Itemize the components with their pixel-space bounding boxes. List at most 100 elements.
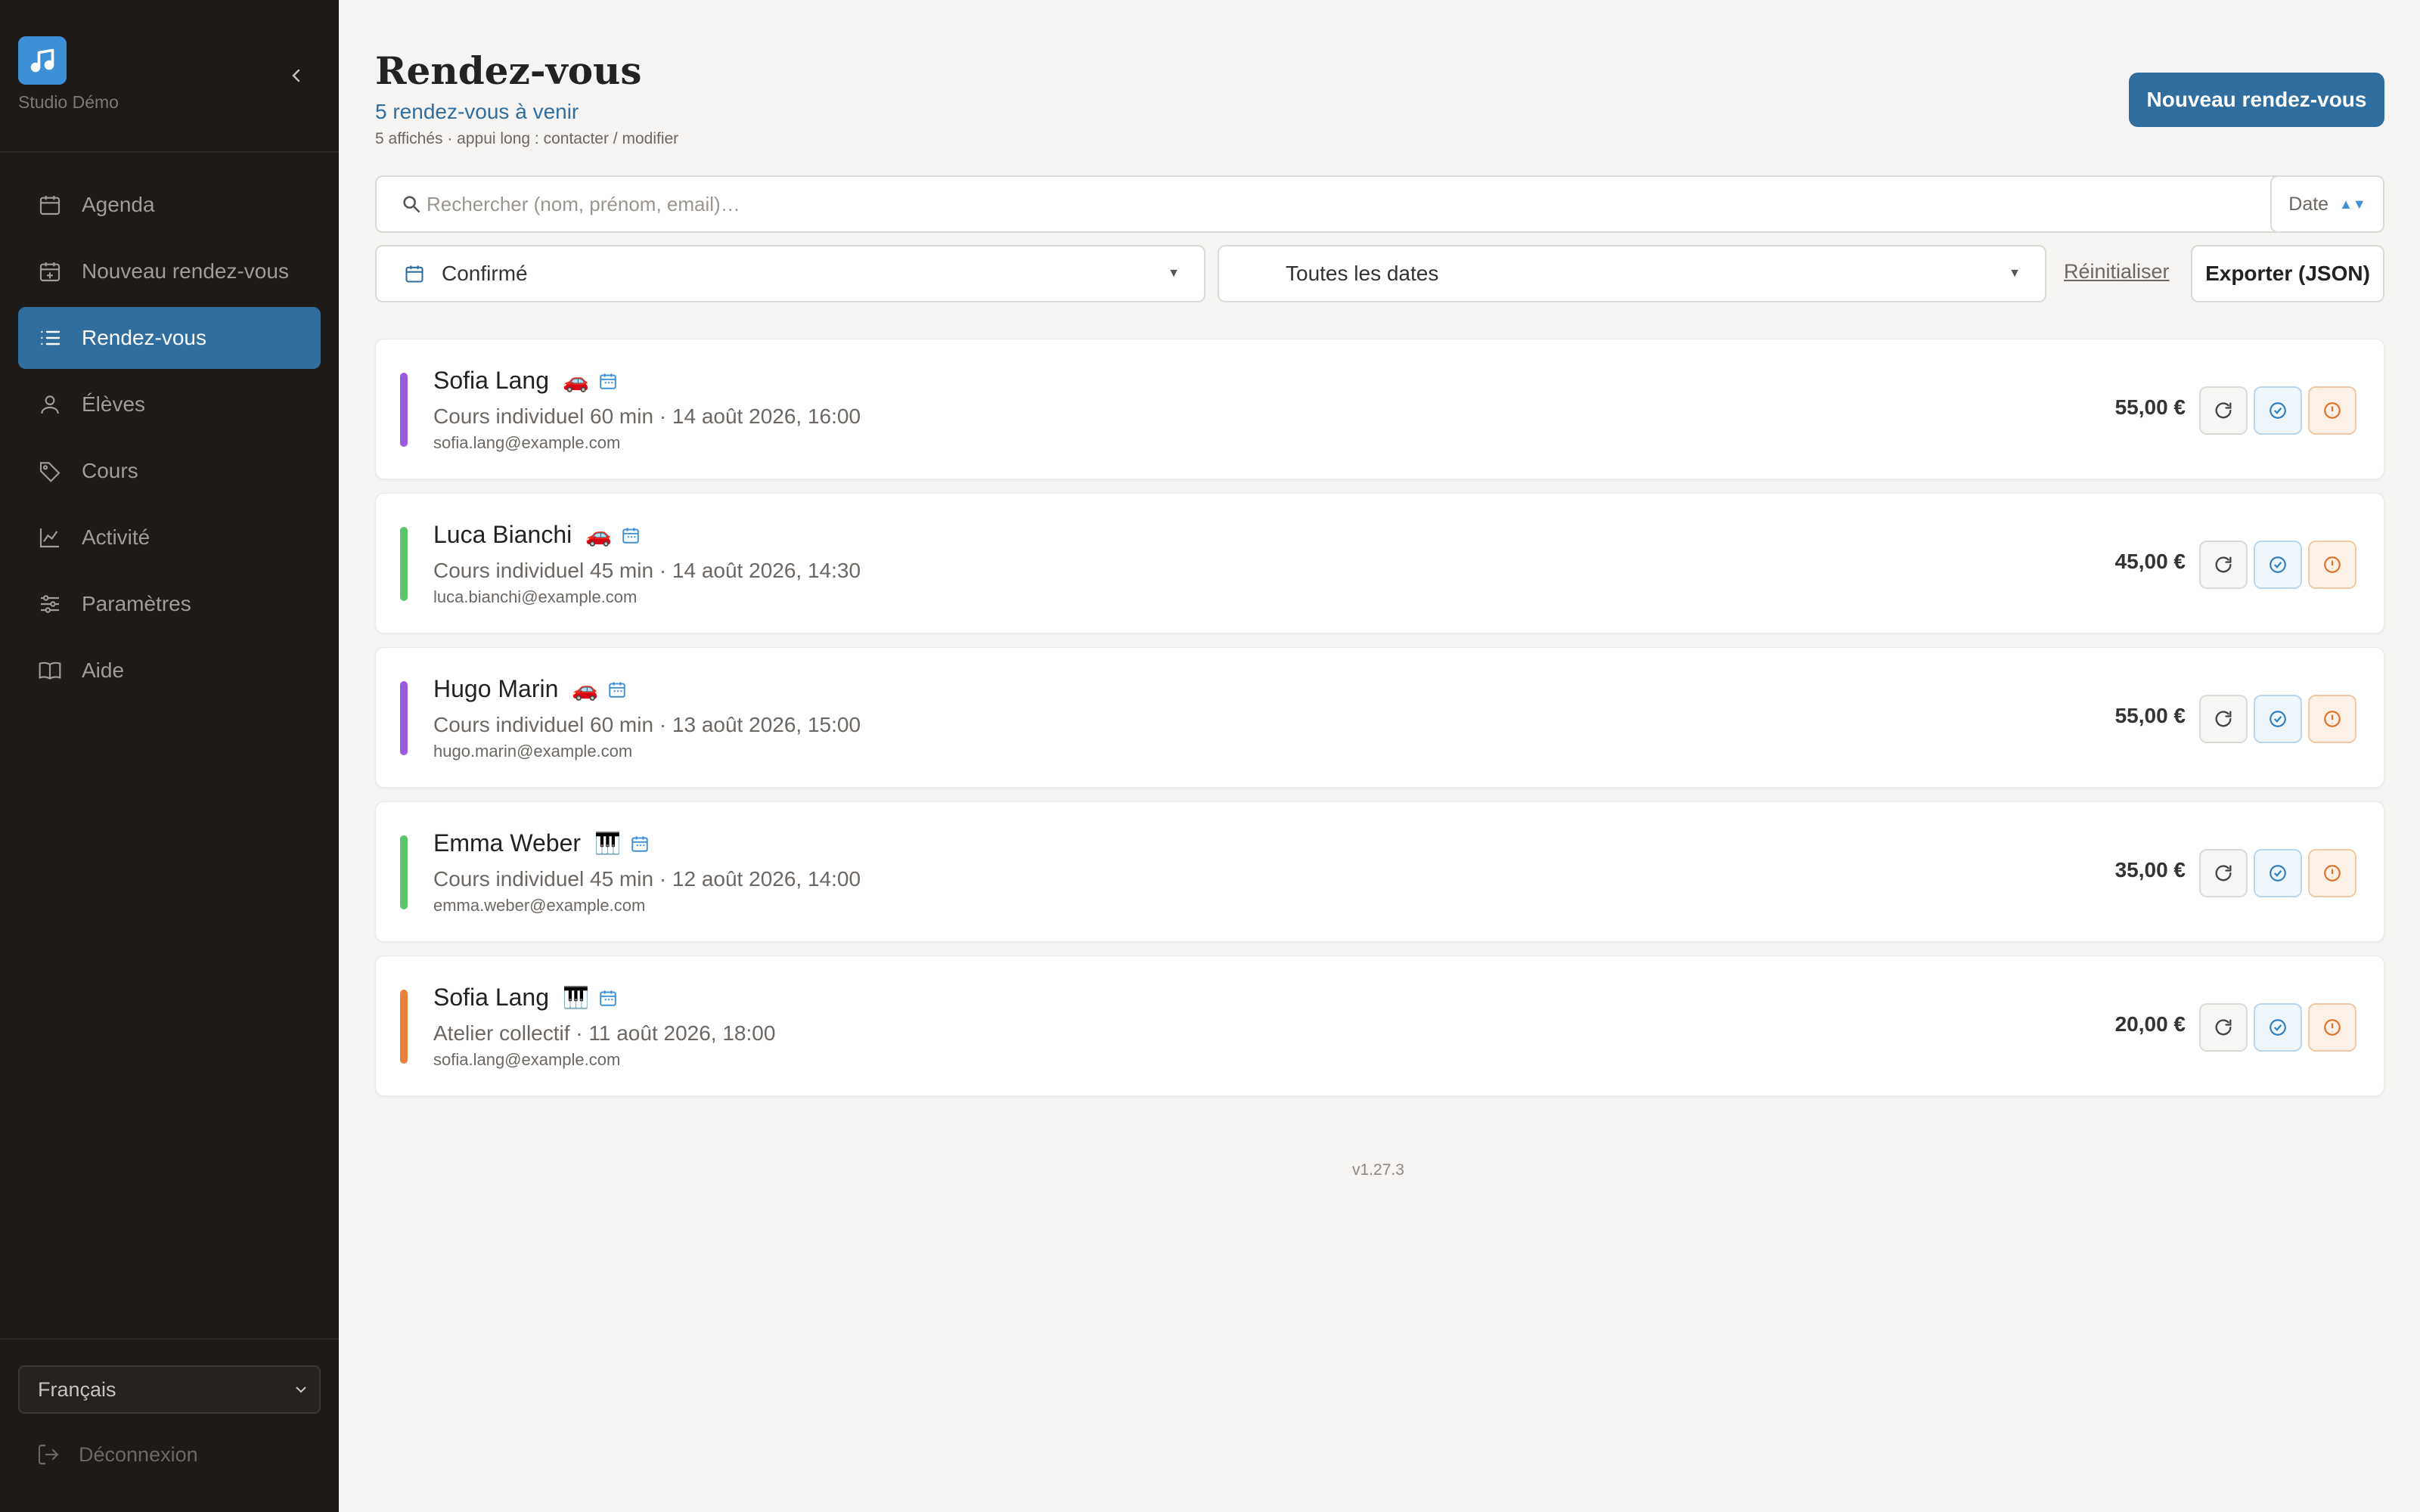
student-email: sofia.lang@example.com: [433, 1050, 621, 1069]
refresh-icon: [2215, 556, 2232, 573]
confirm-button[interactable]: [2254, 1003, 2302, 1052]
student-name: Sofia Lang: [433, 984, 550, 1011]
calendar-icon[interactable]: [598, 371, 618, 391]
chart-line-icon: [36, 524, 64, 551]
status-color-bar: [400, 373, 408, 447]
studio-name: Studio Démo: [18, 92, 119, 112]
collapse-sidebar-button[interactable]: [281, 60, 312, 91]
search-placeholder: Rechercher (nom, prénom, email)…: [427, 192, 740, 215]
confirm-button[interactable]: [2254, 541, 2302, 589]
status-filter-value: Confirmé: [442, 262, 528, 285]
sidebar-divider: [0, 1338, 339, 1340]
sidebar-item-courses[interactable]: Cours: [18, 440, 321, 502]
alert-circle-icon: [2324, 865, 2341, 881]
refresh-icon: [2215, 711, 2232, 727]
status-filter-select[interactable]: Confirmé ▼: [375, 245, 1205, 302]
refresh-icon: [2215, 402, 2232, 419]
sidebar-item-appointments[interactable]: Rendez-vous: [18, 307, 321, 369]
status-color-bar: [400, 681, 408, 755]
language-select[interactable]: Français: [18, 1365, 321, 1414]
new-appointment-button[interactable]: Nouveau rendez-vous: [2129, 73, 2384, 127]
sidebar-item-settings[interactable]: Paramètres: [18, 573, 321, 635]
appointment-detail: Atelier collectif · 11 août 2026, 18:00: [433, 1021, 776, 1045]
lesson-type-icon: 🎹: [563, 986, 589, 1009]
status-color-bar: [400, 990, 408, 1064]
check-circle-icon: [2270, 402, 2286, 419]
calendar-icon: [36, 191, 64, 218]
language-value: Français: [38, 1377, 116, 1401]
sliders-icon: [36, 590, 64, 618]
appointment-price: 35,00 €: [2114, 858, 2186, 881]
main-content: Rendez-vous 5 rendez-vous à venir 5 affi…: [339, 0, 2420, 1512]
appointment-price: 20,00 €: [2114, 1012, 2186, 1036]
report-issue-button[interactable]: [2308, 695, 2356, 743]
chevron-down-icon: [292, 1380, 310, 1404]
sidebar-item-help[interactable]: Aide: [18, 640, 321, 702]
sidebar-item-label: Aide: [82, 658, 125, 682]
alert-circle-icon: [2324, 711, 2341, 727]
logout-label: Déconnexion: [79, 1442, 198, 1466]
sort-label: Date: [2288, 193, 2329, 215]
sidebar-item-agenda[interactable]: Agenda: [18, 174, 321, 236]
report-issue-button[interactable]: [2308, 849, 2356, 897]
student-name: Hugo Marin: [433, 675, 559, 702]
report-issue-button[interactable]: [2308, 1003, 2356, 1052]
list-icon: [36, 324, 64, 352]
report-issue-button[interactable]: [2308, 541, 2356, 589]
upcoming-count: 5 rendez-vous à venir: [375, 100, 579, 123]
name-row: Sofia Lang 🎹: [433, 984, 618, 1012]
sidebar-item-students[interactable]: Élèves: [18, 373, 321, 435]
search-input[interactable]: Rechercher (nom, prénom, email)…: [375, 175, 2294, 233]
appointment-card[interactable]: Hugo Marin 🚗 Cours individuel 60 min · 1…: [375, 647, 2384, 788]
sidebar-item-label: Paramètres: [82, 592, 191, 615]
appointment-price: 55,00 €: [2114, 704, 2186, 727]
reschedule-button[interactable]: [2199, 849, 2248, 897]
calendar-icon[interactable]: [621, 525, 641, 545]
reschedule-button[interactable]: [2199, 1003, 2248, 1052]
report-issue-button[interactable]: [2308, 386, 2356, 435]
appointment-card[interactable]: Sofia Lang 🎹 Atelier collectif · 11 août…: [375, 956, 2384, 1096]
student-email: emma.weber@example.com: [433, 896, 646, 915]
logout-button[interactable]: Déconnexion: [36, 1442, 198, 1467]
export-json-button[interactable]: Exporter (JSON): [2191, 245, 2384, 302]
sidebar-divider: [0, 151, 339, 153]
check-circle-icon: [2270, 865, 2286, 881]
logout-icon: [36, 1442, 60, 1467]
calendar-icon: [404, 263, 425, 284]
sidebar-item-activity[interactable]: Activité: [18, 507, 321, 569]
user-icon: [36, 391, 64, 418]
dropdown-caret-icon: ▼: [2009, 267, 2021, 280]
reschedule-button[interactable]: [2199, 695, 2248, 743]
date-filter-select[interactable]: Toutes les dates ▼: [1218, 245, 2046, 302]
sidebar: Studio Démo Agenda Nouveau rendez-vous R…: [0, 0, 339, 1512]
check-circle-icon: [2270, 1019, 2286, 1036]
appointment-detail: Cours individuel 60 min · 13 août 2026, …: [433, 713, 861, 736]
confirm-button[interactable]: [2254, 386, 2302, 435]
calendar-icon[interactable]: [607, 680, 627, 699]
calendar-icon[interactable]: [630, 834, 650, 854]
student-name: Sofia Lang: [433, 367, 550, 394]
appointment-card[interactable]: Luca Bianchi 🚗 Cours individuel 45 min ·…: [375, 493, 2384, 634]
appointment-card[interactable]: Sofia Lang 🚗 Cours individuel 60 min · 1…: [375, 339, 2384, 479]
chevron-left-icon: [292, 69, 300, 82]
sidebar-item-label: Agenda: [82, 193, 155, 216]
lesson-type-icon: 🚗: [585, 523, 613, 547]
reschedule-button[interactable]: [2199, 541, 2248, 589]
calendar-icon[interactable]: [598, 988, 618, 1008]
appointment-detail: Cours individuel 60 min · 14 août 2026, …: [433, 404, 861, 428]
alert-circle-icon: [2324, 1019, 2341, 1036]
sidebar-item-label: Nouveau rendez-vous: [82, 259, 289, 283]
app-version: v1.27.3: [1352, 1161, 1404, 1179]
appointment-card[interactable]: Emma Weber 🎹 Cours individuel 45 min · 1…: [375, 801, 2384, 942]
reschedule-button[interactable]: [2199, 386, 2248, 435]
name-row: Emma Weber 🎹: [433, 829, 650, 857]
music-note-icon[interactable]: [18, 36, 67, 85]
dropdown-caret-icon: ▼: [1168, 267, 1180, 280]
sort-button[interactable]: Date ▲▼: [2270, 175, 2384, 233]
refresh-icon: [2215, 1019, 2232, 1036]
sidebar-item-new-appointment[interactable]: Nouveau rendez-vous: [18, 240, 321, 302]
confirm-button[interactable]: [2254, 695, 2302, 743]
status-color-bar: [400, 527, 408, 601]
confirm-button[interactable]: [2254, 849, 2302, 897]
reset-filters-link[interactable]: Réinitialiser: [2064, 260, 2170, 284]
